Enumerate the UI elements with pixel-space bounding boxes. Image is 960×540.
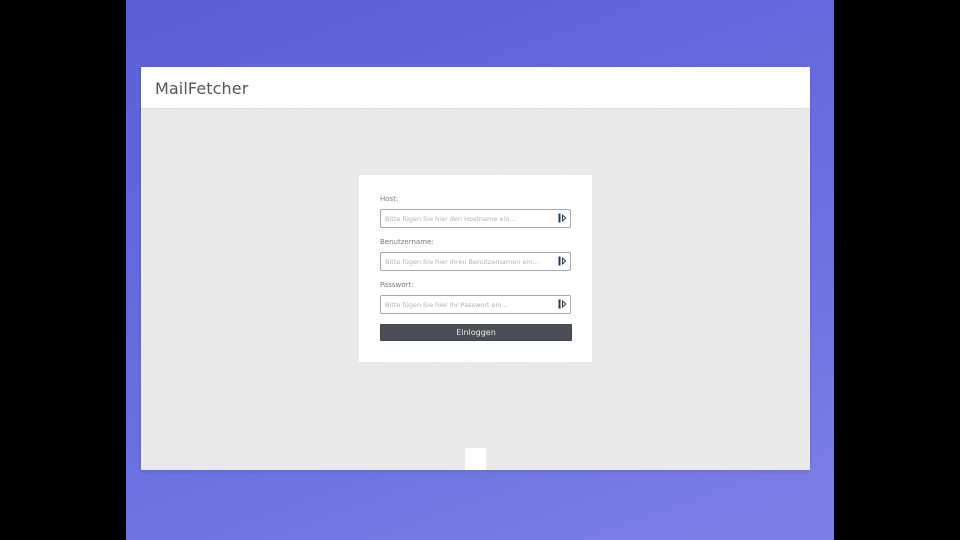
password-input[interactable] [380,295,571,314]
password-manager-icon[interactable] [558,213,567,223]
password-label: Passwort: [380,281,414,289]
bottom-tab [465,448,486,470]
username-input[interactable] [380,252,571,271]
app-window: MailFetcher Host: Benutzername: Passwort… [141,67,810,470]
username-label: Benutzername: [380,238,434,246]
host-input[interactable] [380,209,571,228]
host-label: Host: [380,195,399,203]
password-manager-icon[interactable] [558,256,567,266]
login-form: Host: Benutzername: Passwort: Einlo [359,175,592,362]
desktop-background: MailFetcher Host: Benutzername: Passwort… [126,0,834,540]
login-button[interactable]: Einloggen [380,324,572,341]
password-manager-icon[interactable] [558,299,567,309]
app-header: MailFetcher [141,67,810,109]
app-title: MailFetcher [155,79,249,98]
